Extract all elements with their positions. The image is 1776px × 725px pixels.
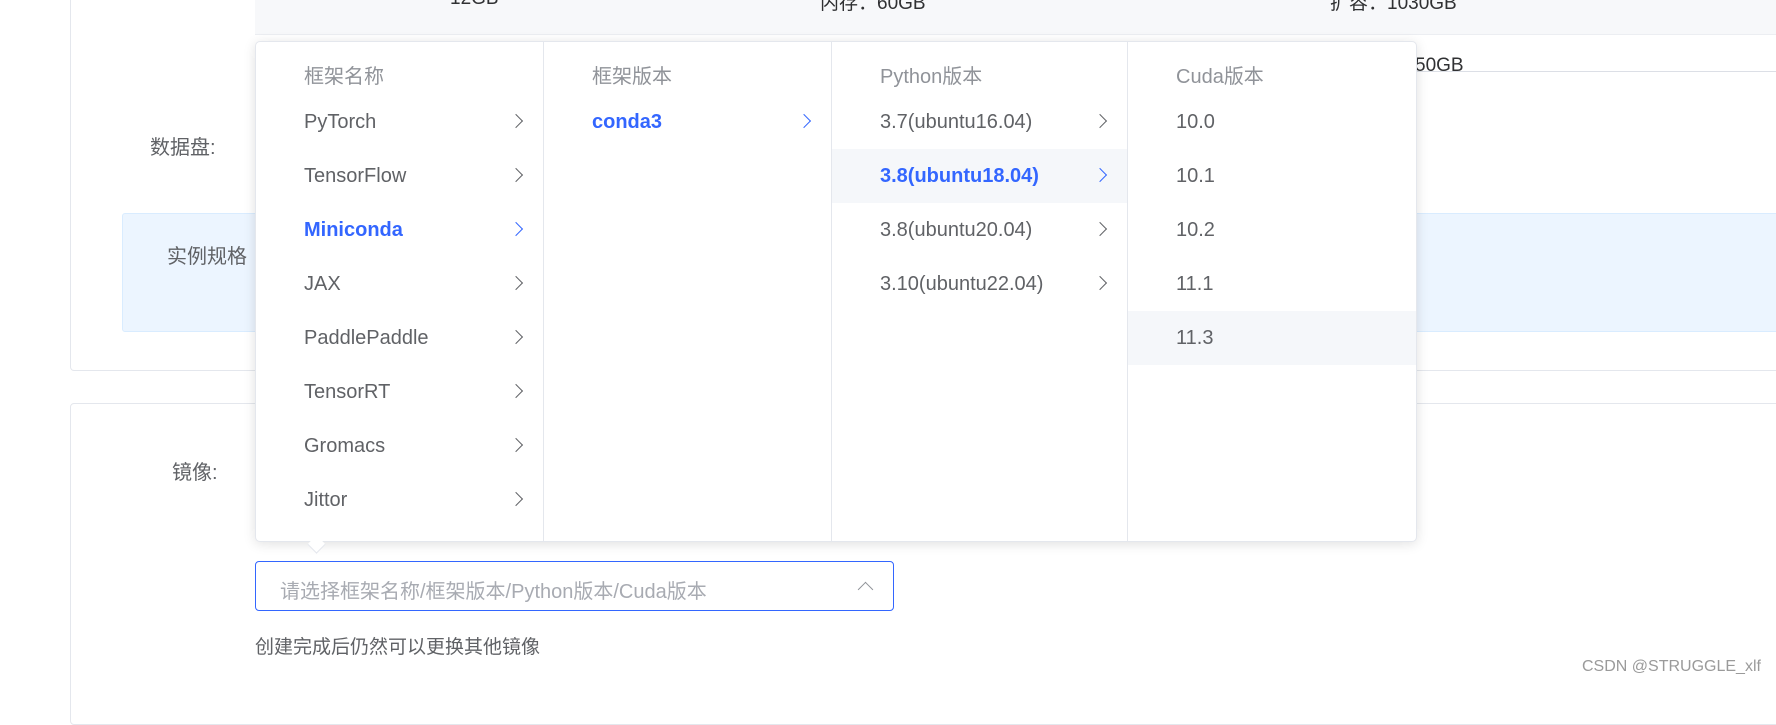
- spec-cell-memory: 内存：60GB: [820, 0, 926, 14]
- option-label: 11.1: [1176, 272, 1214, 295]
- chevron-right-icon: [508, 113, 524, 129]
- chevron-right-icon: [508, 437, 524, 453]
- option-python-3-10[interactable]: 3.10(ubuntu22.04): [832, 257, 1127, 311]
- select-placeholder: 请选择框架名称/框架版本/Python版本/Cuda版本: [280, 581, 707, 603]
- option-label: 10.2: [1176, 218, 1215, 241]
- option-label: TensorFlow: [304, 164, 407, 187]
- option-tensorrt[interactable]: TensorRT: [256, 365, 543, 419]
- option-cuda-11-1[interactable]: 11.1: [1128, 257, 1416, 311]
- option-gromacs[interactable]: Gromacs: [256, 419, 543, 473]
- cascader-column-python-version: Python版本 3.7(ubuntu16.04) 3.8(ubuntu18.0…: [832, 42, 1128, 541]
- option-cuda-10-1[interactable]: 10.1: [1128, 149, 1416, 203]
- cascader-column-cuda-version: Cuda版本 10.0 10.1 10.2 11.1 11.3: [1128, 42, 1416, 541]
- chevron-right-icon: [796, 113, 812, 129]
- option-label: 11.3: [1176, 326, 1214, 349]
- chevron-right-icon: [1092, 275, 1108, 291]
- watermark: CSDN @STRUGGLE_xlf: [1582, 658, 1761, 675]
- chevron-right-icon: [1092, 221, 1108, 237]
- image-cascader-dropdown: 框架名称 PyTorch TensorFlow Miniconda JAX Pa…: [255, 41, 1417, 542]
- option-cuda-10-2[interactable]: 10.2: [1128, 203, 1416, 257]
- image-cascader-select[interactable]: 请选择框架名称/框架版本/Python版本/Cuda版本: [255, 561, 894, 611]
- chevron-right-icon: [508, 383, 524, 399]
- option-label: 3.10(ubuntu22.04): [880, 272, 1044, 295]
- chevron-right-icon: [1092, 167, 1108, 183]
- option-label: 3.7(ubuntu16.04): [880, 110, 1033, 133]
- option-cuda-10-0[interactable]: 10.0: [1128, 95, 1416, 149]
- image-hint-text: 创建完成后仍然可以更换其他镜像: [255, 637, 541, 658]
- cascader-column-framework: 框架名称 PyTorch TensorFlow Miniconda JAX Pa…: [256, 42, 544, 541]
- option-label: PyTorch: [304, 110, 377, 133]
- option-tensorflow[interactable]: TensorFlow: [256, 149, 543, 203]
- option-pytorch[interactable]: PyTorch: [256, 95, 543, 149]
- option-label: PaddlePaddle: [304, 326, 429, 349]
- column-header-cuda-version: Cuda版本: [1176, 66, 1264, 88]
- spec-cell-expand: 扩容：1030GB: [1330, 0, 1457, 14]
- option-python-3-8-2004[interactable]: 3.8(ubuntu20.04): [832, 203, 1127, 257]
- option-python-3-7[interactable]: 3.7(ubuntu16.04): [832, 95, 1127, 149]
- option-label: conda3: [592, 110, 663, 133]
- option-label: 3.8(ubuntu20.04): [880, 218, 1033, 241]
- chevron-right-icon: [508, 329, 524, 345]
- option-jittor[interactable]: Jittor: [256, 473, 543, 527]
- option-label: 10.0: [1176, 110, 1215, 133]
- chevron-right-icon: [508, 221, 524, 237]
- cascader-column-framework-version: 框架版本 conda3: [544, 42, 832, 541]
- option-paddlepaddle[interactable]: PaddlePaddle: [256, 311, 543, 365]
- divider: [1415, 71, 1776, 72]
- option-label: TensorRT: [304, 380, 391, 403]
- option-label: 3.8(ubuntu18.04): [880, 164, 1039, 187]
- option-label: Jittor: [304, 488, 348, 511]
- chevron-up-icon[interactable]: [857, 581, 874, 598]
- spec-cell-gpu-memory: 12GB: [450, 0, 499, 10]
- option-jax[interactable]: JAX: [256, 257, 543, 311]
- option-python-3-8-1804[interactable]: 3.8(ubuntu18.04): [832, 149, 1127, 203]
- option-conda3[interactable]: conda3: [544, 95, 831, 149]
- chevron-right-icon: [508, 491, 524, 507]
- chevron-right-icon: [508, 167, 524, 183]
- option-miniconda[interactable]: Miniconda: [256, 203, 543, 257]
- data-disk-label: 数据盘:: [150, 137, 216, 159]
- instance-spec-label: 实例规格: [167, 246, 247, 268]
- column-header-framework-version: 框架版本: [592, 66, 672, 88]
- option-label: Miniconda: [304, 218, 403, 241]
- chevron-right-icon: [1092, 113, 1108, 129]
- image-label: 镜像:: [172, 462, 218, 484]
- column-header-framework: 框架名称: [304, 66, 384, 88]
- spec-header-row: 12GB 内存：60GB 扩容：1030GB: [255, 0, 1776, 35]
- option-label: JAX: [304, 272, 341, 295]
- column-header-python-version: Python版本: [880, 66, 983, 88]
- option-label: 10.1: [1176, 164, 1215, 187]
- disk-size-fragment: 50GB: [1415, 55, 1464, 76]
- option-cuda-11-3[interactable]: 11.3: [1128, 311, 1416, 365]
- chevron-right-icon: [508, 275, 524, 291]
- option-label: Gromacs: [304, 434, 386, 457]
